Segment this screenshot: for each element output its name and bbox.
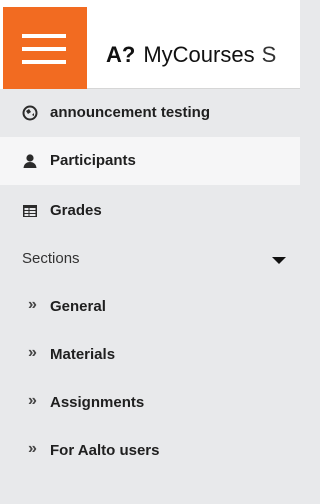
participants-icon <box>22 153 38 169</box>
header-trailing-text: S <box>261 42 277 67</box>
nav-item-course[interactable]: announcement testing <box>0 89 300 137</box>
grades-icon <box>22 203 38 219</box>
nav-item-grades[interactable]: Grades <box>0 187 300 235</box>
chevron-right-icon: » <box>28 296 37 313</box>
nav-item-label: Participants <box>50 152 136 169</box>
section-item-label: Assignments <box>50 394 145 411</box>
site-title: MyCourses <box>143 42 255 67</box>
caret-down-icon <box>272 257 286 264</box>
hamburger-icon-line <box>22 60 66 64</box>
section-item-label: Materials <box>50 346 116 363</box>
section-item-general[interactable]: » General <box>0 283 300 331</box>
chevron-right-icon: » <box>28 440 37 457</box>
course-icon <box>22 105 38 121</box>
section-item-aalto-users[interactable]: » For Aalto users <box>0 427 300 475</box>
section-item-label: For Aalto users <box>50 442 160 459</box>
nav-item-label: Grades <box>50 202 102 219</box>
sections-label: Sections <box>22 250 80 267</box>
section-item-assignments[interactable]: » Assignments <box>0 379 300 427</box>
site-logo: A? <box>106 42 136 67</box>
hamburger-icon-line <box>22 47 66 51</box>
nav-item-participants[interactable]: Participants <box>0 137 300 185</box>
nav-item-label: announcement testing <box>50 104 211 121</box>
hamburger-icon-line <box>22 34 66 38</box>
menu-toggle-button[interactable] <box>3 7 87 89</box>
chevron-right-icon: » <box>28 392 37 409</box>
top-bar: A? MyCourses S <box>0 0 300 89</box>
site-brand[interactable]: A? MyCourses S <box>106 42 276 68</box>
sections-toggle[interactable]: Sections <box>0 235 300 283</box>
section-item-materials[interactable]: » Materials <box>0 331 300 379</box>
chevron-right-icon: » <box>28 344 37 361</box>
section-item-label: General <box>50 298 106 315</box>
